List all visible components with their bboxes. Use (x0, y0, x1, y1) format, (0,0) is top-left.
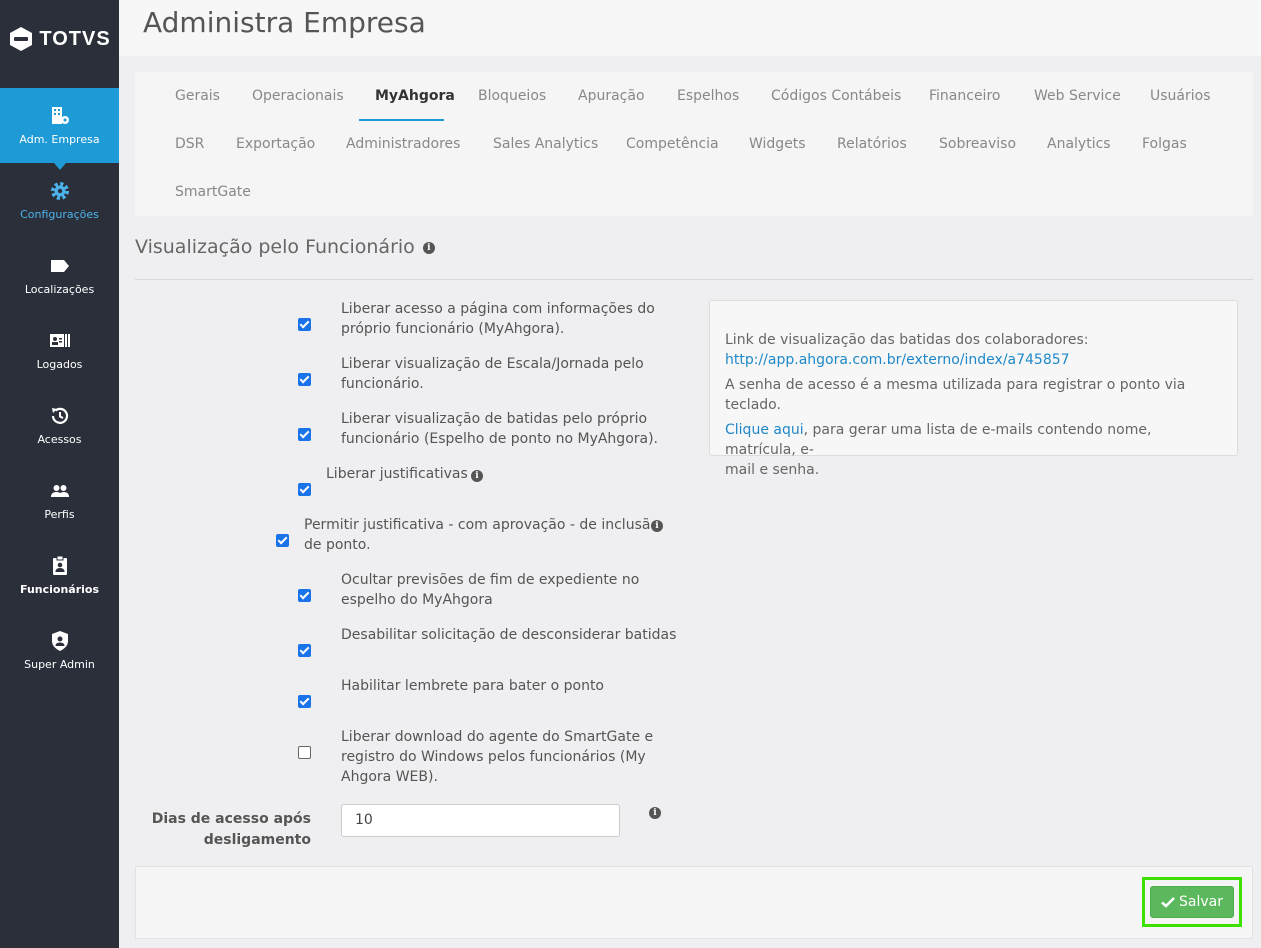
page-title: Administra Empresa (143, 6, 426, 39)
checkbox-justificativa-aprovacao[interactable] (276, 534, 289, 547)
sidebar: TOTVS Adm. Empresa Configurações Localiz… (0, 0, 119, 948)
id-card-icon (49, 334, 70, 347)
external-link[interactable]: http://app.ahgora.com.br/externo/index/a… (725, 352, 1070, 368)
sidebar-item-label: Super Admin (24, 658, 95, 671)
checkbox-download-smartgate-label: Liberar download do agente do SmartGate … (341, 729, 654, 785)
tab-operacionais[interactable]: Operacionais (252, 88, 344, 104)
sidebar-item-label: Perfis (44, 508, 75, 521)
sidebar-item-super-admin[interactable]: Super Admin (0, 613, 119, 688)
sidebar-item-label: Funcionários (19, 583, 100, 596)
tab-analytics[interactable]: Analytics (1047, 136, 1111, 152)
checkbox-ocultar-previsoes-label: Ocultar previsões de fim de expediente n… (341, 572, 640, 608)
totvs-logo-icon (10, 27, 33, 51)
form-footer (135, 866, 1253, 939)
tab-usuarios[interactable]: Usuários (1150, 88, 1211, 104)
tab-exportacao[interactable]: Exportação (236, 136, 315, 152)
section-divider (135, 279, 1253, 280)
tab-gerais[interactable]: Gerais (175, 88, 220, 104)
info-intro: Link de visualização das batidas dos col… (725, 332, 1089, 348)
clique-aqui-link[interactable]: Clique aqui (725, 422, 804, 438)
info-icon[interactable]: i (649, 807, 661, 819)
checkbox-visualizacao-batidas-label: Liberar visualização de batidas pelo pró… (341, 411, 659, 447)
logo-text: TOTVS (39, 27, 111, 50)
users-icon (50, 485, 69, 497)
save-button-label: Salvar (1179, 894, 1223, 910)
days-access-input[interactable]: 10 (341, 804, 620, 837)
sidebar-item-label: Adm. Empresa (19, 133, 100, 146)
tab-sobreaviso[interactable]: Sobreaviso (939, 136, 1016, 152)
sidebar-item-label: Localizações (24, 283, 95, 296)
info-panel: Link de visualização das batidas dos col… (709, 300, 1238, 478)
tab-myahgora[interactable]: MyAhgora (375, 88, 455, 104)
clique-aqui-text-end: mail e senha. (725, 462, 820, 478)
section-title: Visualização pelo Funcionário i (135, 236, 435, 258)
checkbox-visualizacao-escala[interactable] (298, 373, 311, 386)
active-tab-indicator (359, 119, 444, 121)
checkbox-habilitar-lembrete-label: Habilitar lembrete para bater o ponto (341, 678, 604, 694)
tab-financeiro[interactable]: Financeiro (929, 88, 1000, 104)
sidebar-item-funcionarios[interactable]: Funcionários (0, 538, 119, 613)
checkbox-visualizacao-batidas[interactable] (298, 428, 311, 441)
tab-relatorios[interactable]: Relatórios (837, 136, 907, 152)
info-icon[interactable]: i (471, 470, 483, 482)
check-icon (1161, 897, 1175, 908)
sidebar-item-label: Acessos (37, 433, 82, 446)
checkbox-desabilitar-solicitacao[interactable] (298, 644, 311, 657)
checkbox-download-smartgate[interactable] (298, 746, 311, 759)
checkbox-desabilitar-solicitacao-label: Desabilitar solicitação de desconsiderar… (341, 627, 677, 643)
sidebar-item-label: Logados (36, 358, 83, 371)
sidebar-item-logados[interactable]: Logados (0, 313, 119, 388)
building-gear-icon (51, 107, 69, 124)
days-access-label: Dias de acesso após desligamento (151, 811, 311, 848)
tab-smartgate[interactable]: SmartGate (175, 184, 251, 200)
tab-competencia[interactable]: Competência (626, 136, 719, 152)
sidebar-item-perfis[interactable]: Perfis (0, 463, 119, 538)
tab-espelhos[interactable]: Espelhos (677, 88, 739, 104)
sidebar-item-adm-empresa[interactable]: Adm. Empresa (0, 88, 119, 170)
tab-web-service[interactable]: Web Service (1034, 88, 1121, 104)
totvs-logo[interactable]: TOTVS (0, 0, 119, 78)
checkbox-liberar-acesso-label: Liberar acesso a página com informações … (341, 301, 655, 337)
info-icon[interactable]: i (651, 520, 663, 532)
gear-icon (50, 182, 69, 200)
tab-dsr[interactable]: DSR (175, 136, 204, 152)
password-note: A senha de acesso é a mesma utilizada pa… (725, 377, 1186, 413)
tab-sales-analytics[interactable]: Sales Analytics (493, 136, 598, 152)
checkbox-justificativa-aprovacao-label: Permitir justificativa - com aprovação -… (304, 517, 660, 553)
checkbox-liberar-justificativas[interactable] (298, 483, 311, 496)
tab-codigos-contabeis[interactable]: Códigos Contábeis (771, 88, 901, 104)
tab-apuracao[interactable]: Apuração (578, 88, 645, 104)
tag-icon (50, 260, 69, 272)
tab-administradores[interactable]: Administradores (346, 136, 460, 152)
settings-tabs: Gerais Operacionais MyAhgora Bloqueios A… (135, 72, 1253, 216)
history-icon (51, 407, 68, 424)
tab-folgas[interactable]: Folgas (1142, 136, 1187, 152)
shield-user-icon (51, 631, 68, 651)
checkbox-liberar-acesso[interactable] (298, 318, 311, 331)
badge-icon (52, 555, 67, 575)
info-icon[interactable]: i (422, 241, 435, 254)
page-header: Administra Empresa (119, 0, 1261, 56)
checkbox-liberar-justificativas-label: Liberar justificativas (326, 466, 468, 482)
sidebar-item-localizacoes[interactable]: Localizações (0, 238, 119, 313)
sidebar-item-label: Configurações (20, 208, 99, 221)
tab-bloqueios[interactable]: Bloqueios (478, 88, 546, 104)
sidebar-item-configuracoes[interactable]: Configurações (0, 163, 119, 238)
checkbox-habilitar-lembrete[interactable] (298, 695, 311, 708)
save-button[interactable]: Salvar (1150, 886, 1234, 918)
checkbox-visualizacao-escala-label: Liberar visualização de Escala/Jornada p… (341, 356, 644, 392)
checkbox-ocultar-previsoes[interactable] (298, 589, 311, 602)
save-button-highlight: Salvar (1142, 877, 1242, 927)
tab-widgets[interactable]: Widgets (749, 136, 806, 152)
sidebar-item-acessos[interactable]: Acessos (0, 388, 119, 463)
